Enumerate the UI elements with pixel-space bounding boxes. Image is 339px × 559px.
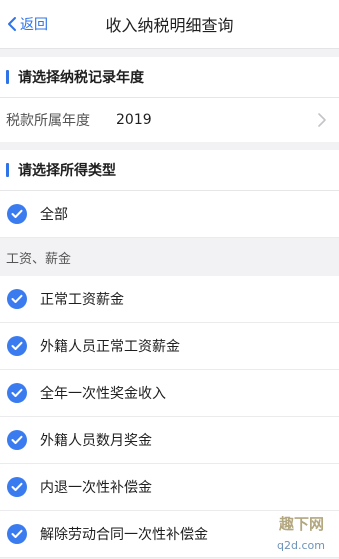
option-label: 正常工资薪金 [40,292,124,308]
section-marker [6,70,9,84]
option-label: 外籍人员正常工资薪金 [40,339,180,355]
option-label: 内退一次性补偿金 [40,480,152,496]
option-item[interactable]: 外籍人员正常工资薪金 [0,323,339,370]
option-item[interactable]: 正常工资薪金 [0,276,339,323]
option-item[interactable]: 内退一次性补偿金 [0,464,339,511]
nav-bar: 返回 收入纳税明细查询 [0,0,339,49]
check-icon [7,204,27,224]
option-label: 全年一次性奖金收入 [40,386,166,402]
page-title: 收入纳税明细查询 [105,16,234,35]
tax-year-selector[interactable]: 税款所属年度 2019 [0,98,339,142]
type-section-title: 请选择所得类型 [18,163,116,179]
check-icon [7,524,27,544]
check-icon [7,383,27,403]
option-label: 外籍人员数月奖金 [40,433,152,449]
check-icon [7,477,27,497]
tax-year-value: 2019 [116,112,152,128]
tax-year-label: 税款所属年度 [6,113,90,129]
section-marker [6,163,9,177]
check-icon [7,336,27,356]
watermark-text-cn: 趣下网 [278,515,324,533]
option-item[interactable]: 外籍人员数月奖金 [0,417,339,464]
option-label: 解除劳动合同一次性补偿金 [40,527,208,543]
chevron-right-icon [318,113,326,127]
year-section-title: 请选择纳税记录年度 [18,70,144,86]
watermark-text-domain: q2d.com [277,539,325,552]
year-section-header: 请选择纳税记录年度 [0,57,339,98]
option-item[interactable]: 全年一次性奖金收入 [0,370,339,417]
check-icon [7,289,27,309]
option-all[interactable]: 全部 [0,191,339,238]
option-label: 全部 [40,207,68,223]
watermark-logo: 趣下网 q2d.com [277,515,325,552]
type-section-header: 请选择所得类型 [0,150,339,191]
group-label-salary: 工资、薪金 [0,238,339,276]
check-icon [7,430,27,450]
